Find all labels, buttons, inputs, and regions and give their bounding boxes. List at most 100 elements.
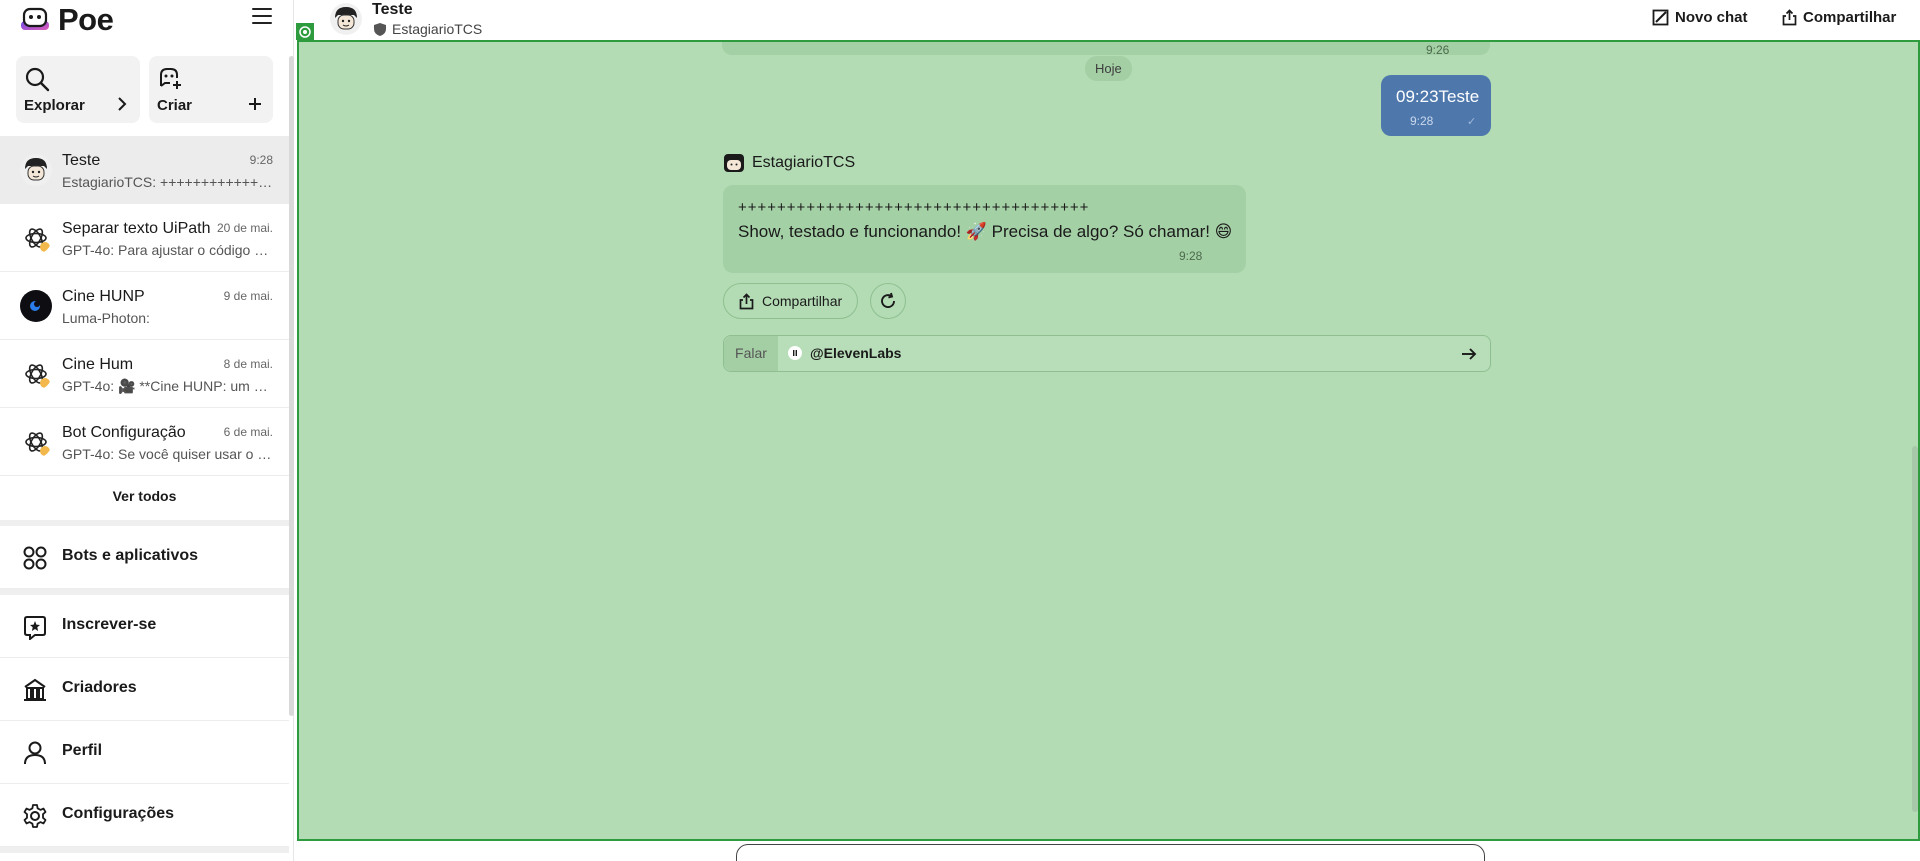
nav-label: Criadores (62, 679, 137, 696)
search-icon (25, 67, 50, 92)
bot-message-header: EstagiarioTCS (724, 154, 855, 172)
chat-preview: Luma-Photon: (62, 310, 150, 326)
chevron-right-icon (118, 97, 127, 111)
profile-icon (24, 741, 46, 765)
chat-preview: GPT-4o: Se você quiser usar o **... (62, 446, 274, 462)
app-name: Poe (58, 2, 114, 37)
chat-time: 9 de mai. (223, 289, 273, 303)
message-input-edge[interactable] (736, 844, 1485, 861)
nav-label: Configurações (62, 805, 175, 822)
regenerate-button[interactable] (870, 283, 906, 319)
chat-item-separar-texto-uipath[interactable]: Separar texto UiPath 20 de mai. GPT-4o: … (0, 204, 289, 272)
new-chat-label: Novo chat (1675, 9, 1748, 26)
chat-preview: EstagiarioTCS: +++++++++++++++++++++++++… (62, 174, 274, 190)
chat-item-teste[interactable]: Teste 9:28 EstagiarioTCS: ++++++++++++++… (0, 136, 289, 204)
new-chat-icon (1652, 9, 1669, 26)
bot-avatar-small[interactable] (724, 154, 744, 172)
chat-title: Teste (62, 152, 101, 169)
nav-bots-and-apps[interactable]: Bots e aplicativos (0, 526, 289, 589)
previous-message-time: 9:26 (1426, 43, 1450, 57)
chat-item-bot-configuracao[interactable]: Bot Configuração 6 de mai. GPT-4o: Se vo… (0, 408, 289, 476)
chat-title: Cine Hum (62, 356, 134, 373)
menu-icon[interactable] (252, 8, 272, 26)
date-separator: Hoje (1085, 56, 1132, 81)
chat-time: 8 de mai. (223, 357, 273, 371)
create-bot-icon (160, 68, 181, 89)
see-all-chats-link[interactable]: Ver todos (0, 476, 289, 520)
apps-icon (23, 546, 47, 570)
gpt4o-avatar (20, 358, 52, 390)
bot-avatar[interactable] (330, 3, 362, 35)
nav-label: Perfil (62, 742, 103, 759)
previous-message-bubble (722, 42, 1490, 55)
chat-preview: GPT-4o: 🎥 **Cine HUNP: um m... (62, 378, 274, 394)
chat-time: 6 de mai. (223, 425, 273, 439)
create-label: Criar (157, 97, 193, 114)
chat-item-cine-hunp[interactable]: Cine HUNP 9 de mai. Luma-Photon: (0, 272, 289, 340)
chat-title: Bot Configuração (62, 424, 186, 441)
screen-capture-badge-icon (296, 23, 314, 40)
bot-message-line: ++++++++++++++++++++++++++++++++++++ (738, 199, 1090, 216)
pause-icon (788, 346, 802, 360)
bot-message-line: Show, testado e funcionando! 🚀 Precisa d… (738, 222, 1233, 241)
sidebar-top: Poe (0, 0, 294, 40)
nav-subscribe[interactable]: Inscrever-se (0, 595, 289, 658)
nav-settings[interactable]: Configurações (0, 784, 289, 847)
bot-message-name: EstagiarioTCS (752, 154, 856, 171)
bot-message-bubble[interactable]: ++++++++++++++++++++++++++++++++++++ Sho… (723, 185, 1246, 273)
explore-button[interactable]: Explorar (16, 56, 140, 123)
new-chat-button[interactable]: Novo chat (1652, 9, 1748, 26)
poe-logo-icon (21, 7, 49, 30)
luma-avatar (20, 290, 52, 322)
chat-title: Cine HUNP (62, 288, 145, 305)
create-button[interactable]: Criar (149, 56, 273, 123)
gpt4o-avatar (20, 426, 52, 458)
refresh-icon (881, 292, 895, 308)
chat-list: Teste 9:28 EstagiarioTCS: ++++++++++++++… (0, 136, 289, 853)
share-chat-button[interactable]: Compartilhar (1782, 9, 1896, 26)
bot-message-time: 9:28 (1179, 249, 1203, 263)
chat-time: 9:28 (249, 153, 273, 167)
estagiario-avatar (20, 154, 52, 186)
settings-icon (23, 804, 47, 828)
chat-header: Teste EstagiarioTCS Novo chat Compartilh… (296, 0, 1920, 40)
shield-icon (374, 22, 386, 36)
poe-logo[interactable]: Poe (20, 2, 114, 38)
chat-title: Separar texto UiPath (62, 220, 211, 237)
user-message-time: 9:28 (1410, 114, 1434, 128)
conversation-scrollbar[interactable] (1912, 446, 1918, 812)
bot-name: EstagiarioTCS (392, 21, 483, 37)
share-label: Compartilhar (1803, 9, 1897, 26)
nav-creators[interactable]: Criadores (0, 658, 289, 721)
sidebar: Poe Explorar Criar Teste 9:28 Estagiario… (0, 0, 294, 861)
mentioned-bot: @ElevenLabs (788, 345, 901, 361)
user-message-text: 09:23Teste (1396, 87, 1480, 106)
chat-time: 20 de mai. (216, 221, 273, 235)
gpt4o-avatar (20, 222, 52, 254)
conversation-area: 9:26 Hoje 09:23Teste 9:28 ✓ EstagiarioTC… (297, 40, 1920, 841)
share-message-label: Compartilhar (762, 293, 843, 309)
chat-title: Teste (372, 1, 413, 18)
voice-composer[interactable]: Falar @ElevenLabs (723, 335, 1491, 372)
plus-icon (249, 98, 261, 110)
chat-item-cine-hum[interactable]: Cine Hum 8 de mai. GPT-4o: 🎥 **Cine HUNP… (0, 340, 289, 408)
explore-label: Explorar (24, 97, 85, 114)
user-message-bubble[interactable]: 09:23Teste 9:28 ✓ (1381, 75, 1491, 136)
subscribe-icon (24, 616, 46, 640)
nav-label: Bots e aplicativos (62, 547, 199, 564)
speak-button[interactable]: Falar (724, 336, 778, 371)
mention-text: @ElevenLabs (810, 345, 902, 361)
share-message-button[interactable]: Compartilhar (723, 283, 859, 319)
poe-app: Poe Explorar Criar Teste 9:28 Estagiario… (0, 0, 1920, 861)
sidebar-scrollbar[interactable] (289, 56, 294, 716)
creators-icon (24, 678, 46, 701)
chat-preview: GPT-4o: Para ajustar o código e ... (62, 242, 274, 258)
sidebar-divider (0, 847, 289, 853)
share-icon (1782, 9, 1797, 26)
share-icon (739, 292, 754, 309)
delivered-check-icon: ✓ (1467, 116, 1477, 128)
arrow-right-icon[interactable] (1460, 345, 1478, 363)
nav-label: Inscrever-se (62, 616, 157, 633)
bot-link[interactable]: EstagiarioTCS (374, 21, 482, 37)
nav-profile[interactable]: Perfil (0, 721, 289, 784)
